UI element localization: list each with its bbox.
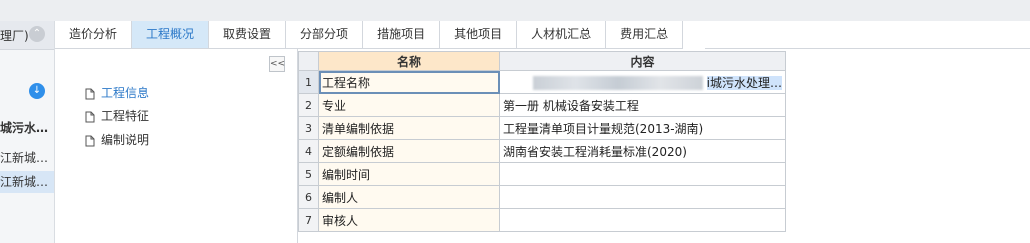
overview-tree-panel: << 工程信息 工程特征 编制说明 [55,49,298,243]
content-cell[interactable]: 第一册 机械设备安装工程 [499,93,786,117]
table-row[interactable]: 4 定额编制依据 湖南省安装工程消耗量标准(2020) [298,139,786,163]
row-number[interactable]: 3 [298,116,319,140]
tab-cost-analysis[interactable]: 造价分析 [55,21,133,49]
column-header-name[interactable]: 名称 [318,51,500,71]
document-icon [85,88,95,99]
content-cell[interactable]: 工程量清单项目计量规范(2013-湖南) [499,116,786,140]
tree-item-compilation-notes[interactable]: 编制说明 [85,130,149,150]
table-row[interactable]: 5 编制时间 [298,162,786,186]
tab-measures[interactable]: 措施项目 [363,21,441,49]
name-cell[interactable]: 清单编制依据 [318,116,500,140]
tree-item-label: 工程信息 [101,86,150,100]
tree-item-project-features[interactable]: 工程特征 [85,106,149,126]
tab-labor-material-summary[interactable]: 人材机汇总 [517,21,607,49]
name-cell[interactable]: 编制时间 [318,162,500,186]
table-row[interactable]: 6 编制人 [298,185,786,209]
tab-other-items[interactable]: 其他项目 [440,21,518,49]
table-row[interactable]: 7 审核人 [298,208,786,232]
content-cell[interactable]: 湖南省安装工程消耗量标准(2020) [499,139,786,163]
column-header-content[interactable]: 内容 [499,51,786,71]
redacted-text [532,76,703,90]
grid-header-row: 名称 内容 [298,51,786,71]
project-item[interactable]: 江新城… [0,147,54,169]
table-row[interactable]: 3 清单编制依据 工程量清单项目计量规范(2013-湖南) [298,116,786,140]
row-number[interactable]: 5 [298,162,319,186]
content-cell-text: i城污水处理… [706,75,782,90]
name-cell[interactable]: 定额编制依据 [318,139,500,163]
grid-corner [298,51,319,71]
name-cell[interactable]: 专业 [318,93,500,117]
project-panel-title: 理厂) [0,29,29,43]
name-cell[interactable]: 工程名称 [318,70,500,94]
row-number[interactable]: 1 [298,70,319,94]
project-item[interactable]: 城污水… [0,117,54,139]
tree-item-project-info[interactable]: 工程信息 [85,83,149,103]
table-row[interactable]: 2 专业 第一册 机械设备安装工程 [298,93,786,117]
tree-item-label: 工程特征 [101,109,150,123]
content-cell[interactable] [499,208,786,232]
project-tree-panel: 理厂) ⌃ ↓ 城污水… 江新城… 江新城… [0,21,55,243]
collapse-left-icon[interactable]: << [269,56,285,72]
main-tab-bar: 造价分析 工程概况 取费设置 分部分项 措施项目 其他项目 人材机汇总 费用汇总 [55,21,684,49]
project-panel-header: 理厂) ⌃ [0,21,54,50]
tab-fee-summary[interactable]: 费用汇总 [606,21,684,49]
tab-fee-settings[interactable]: 取费设置 [209,21,287,49]
content-cell[interactable] [499,162,786,186]
collapse-up-icon[interactable]: ⌃ [29,26,45,42]
document-icon [85,111,95,122]
row-number[interactable]: 7 [298,208,319,232]
top-toolbar-strip [0,0,1030,21]
row-number[interactable]: 4 [298,139,319,163]
project-info-grid: 名称 内容 1 工程名称 i城污水处理… 2 专业 第一册 机械设备安装工程 3… [298,51,786,232]
name-cell[interactable]: 编制人 [318,185,500,209]
tree-item-label: 编制说明 [101,133,150,147]
tab-project-overview[interactable]: 工程概况 [132,21,210,49]
arrow-down-icon[interactable]: ↓ [29,83,45,99]
table-row[interactable]: 1 工程名称 i城污水处理… [298,70,786,94]
row-number[interactable]: 2 [298,93,319,117]
content-cell[interactable]: i城污水处理… [499,70,786,94]
document-icon [85,135,95,146]
project-item-selected[interactable]: 江新城… [0,171,54,193]
content-cell[interactable] [499,185,786,209]
tab-sub-items[interactable]: 分部分项 [286,21,364,49]
row-number[interactable]: 6 [298,185,319,209]
name-cell[interactable]: 审核人 [318,208,500,232]
tab-bar-baseline [705,48,1030,49]
